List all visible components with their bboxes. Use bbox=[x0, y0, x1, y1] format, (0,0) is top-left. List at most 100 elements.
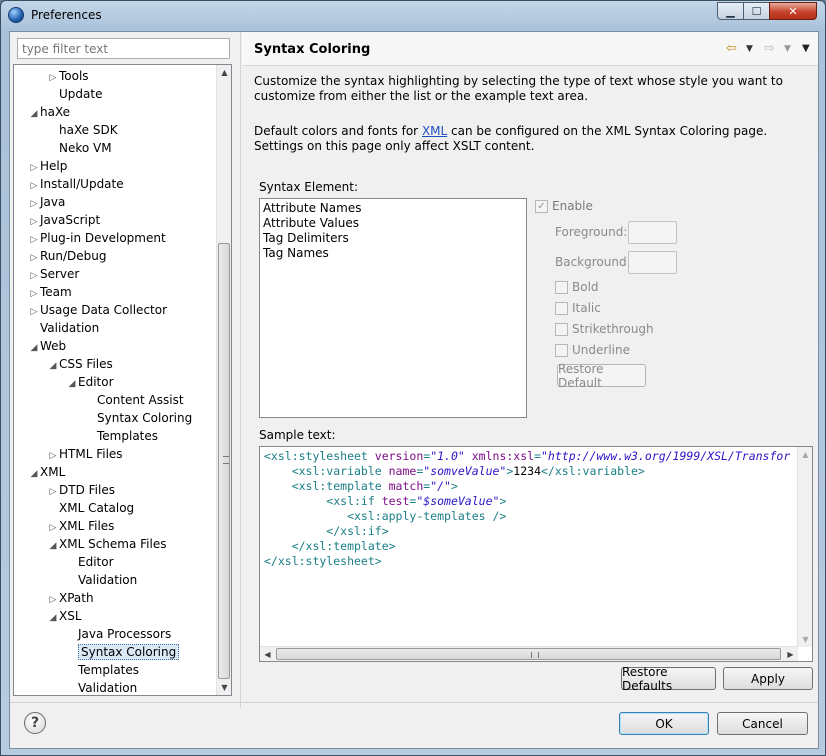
tree-item[interactable]: Syntax Coloring bbox=[85, 409, 192, 427]
tree-item[interactable]: ◢ XSL bbox=[47, 607, 82, 625]
tree-item[interactable]: ◢ CSS Files bbox=[47, 355, 113, 373]
horizontal-scroll-thumb[interactable] bbox=[276, 648, 781, 660]
tree-item[interactable]: ▷ XPath bbox=[47, 589, 94, 607]
collapsed-arrow-icon[interactable]: ▷ bbox=[47, 69, 59, 87]
scroll-down-icon[interactable]: ▼ bbox=[798, 632, 812, 647]
filter-input[interactable] bbox=[17, 38, 230, 59]
tree-item[interactable]: Neko VM bbox=[47, 139, 112, 157]
maximize-button[interactable]: ☐ bbox=[743, 2, 770, 20]
tree-item[interactable]: Validation bbox=[66, 571, 137, 589]
collapsed-arrow-icon[interactable]: ▷ bbox=[28, 177, 40, 195]
strikethrough-checkbox[interactable]: Strikethrough bbox=[555, 322, 654, 336]
minimize-button[interactable]: ▁ bbox=[717, 2, 744, 20]
tree-item[interactable]: Content Assist bbox=[85, 391, 184, 409]
tree-item[interactable]: ▷ Server bbox=[28, 265, 80, 285]
tree-scrollbar[interactable]: ▲ ▼ bbox=[216, 65, 231, 695]
tree-item[interactable]: ▷ XML Files bbox=[47, 517, 115, 537]
cancel-button[interactable]: Cancel bbox=[717, 712, 808, 735]
tree-item[interactable]: Syntax Coloring bbox=[66, 643, 180, 661]
preferences-tree[interactable]: Validation Templates Syntax Coloring Java P… bbox=[13, 64, 232, 696]
tree-item[interactable]: ▷ Tools bbox=[47, 67, 89, 85]
collapsed-arrow-icon[interactable]: ▷ bbox=[28, 249, 40, 267]
tree-item[interactable]: ◢ XML Schema Files bbox=[47, 535, 167, 555]
tree-item[interactable]: ▷ Java bbox=[28, 193, 66, 213]
sample-horizontal-scrollbar[interactable]: ◀ ▶ bbox=[260, 646, 798, 661]
tree-item[interactable]: ▷ Run/Debug bbox=[28, 247, 107, 265]
tree-item[interactable]: Validation bbox=[28, 319, 99, 337]
expanded-arrow-icon[interactable]: ◢ bbox=[66, 375, 78, 393]
sample-text-area[interactable]: <xsl:stylesheet version="1.0" xmlns:xsl=… bbox=[259, 446, 813, 662]
scroll-thumb[interactable] bbox=[218, 243, 230, 679]
foreground-color-button[interactable] bbox=[628, 221, 677, 244]
ok-button[interactable]: OK bbox=[619, 712, 709, 735]
tree-item[interactable]: Update bbox=[47, 85, 102, 103]
scroll-down-icon[interactable]: ▼ bbox=[217, 680, 231, 695]
tree-item[interactable]: ◢ Editor bbox=[66, 373, 114, 391]
expanded-arrow-icon[interactable]: ◢ bbox=[47, 357, 59, 375]
apply-button[interactable]: Apply bbox=[723, 667, 813, 690]
expanded-arrow-icon[interactable]: ◢ bbox=[47, 537, 59, 555]
tree-item[interactable]: ◢ Web bbox=[28, 337, 67, 357]
forward-arrow-icon[interactable]: ⇨ bbox=[764, 41, 775, 56]
syntax-element-list[interactable]: Attribute Names Attribute Values Tag Delim… bbox=[259, 198, 527, 418]
tree-item[interactable]: ▷ Install/Update bbox=[28, 175, 124, 193]
collapsed-arrow-icon[interactable]: ▷ bbox=[28, 213, 40, 231]
tree-item[interactable]: XML Catalog bbox=[47, 499, 134, 517]
tree-item[interactable]: Templates bbox=[85, 427, 158, 445]
scroll-up-icon[interactable]: ▲ bbox=[798, 447, 812, 462]
syntax-element-item[interactable]: Tag Names bbox=[263, 246, 523, 261]
restore-default-button[interactable]: Restore Default bbox=[557, 362, 646, 390]
tree-item[interactable]: Validation bbox=[66, 679, 137, 695]
tree-item[interactable]: ▷ Team bbox=[28, 283, 72, 301]
help-icon[interactable]: ? bbox=[24, 712, 46, 734]
expanded-arrow-icon[interactable]: ◢ bbox=[28, 465, 40, 483]
enable-checkbox[interactable]: ✓ Enable bbox=[535, 199, 593, 213]
back-arrow-icon[interactable]: ⇦ bbox=[726, 41, 737, 56]
tree-item[interactable]: ▷ JavaScript bbox=[28, 211, 101, 231]
tree-item[interactable]: ▷ Plug-in Development bbox=[28, 229, 166, 247]
underline-checkbox[interactable]: Underline bbox=[555, 343, 630, 357]
view-menu-icon[interactable]: ▼ bbox=[802, 43, 810, 54]
collapsed-arrow-icon[interactable]: ▷ bbox=[47, 447, 59, 465]
bold-checkbox[interactable]: Bold bbox=[555, 280, 599, 294]
tree-item[interactable]: ▷ HTML Files bbox=[47, 445, 123, 463]
italic-checkbox[interactable]: Italic bbox=[555, 301, 601, 315]
tree-item[interactable]: ▷ DTD Files bbox=[47, 481, 115, 499]
collapsed-arrow-icon[interactable]: ▷ bbox=[28, 285, 40, 303]
collapsed-arrow-icon[interactable]: ▷ bbox=[28, 195, 40, 213]
tree-item[interactable]: ▷ Usage Data Collector bbox=[28, 301, 168, 321]
forward-dropdown-icon[interactable]: ▼ bbox=[784, 44, 791, 54]
collapsed-arrow-icon[interactable]: ▷ bbox=[47, 483, 59, 501]
tree-item[interactable]: Java Processors bbox=[66, 625, 171, 643]
collapsed-arrow-icon[interactable]: ▷ bbox=[47, 519, 59, 537]
tree-item[interactable]: haXe SDK bbox=[47, 121, 118, 139]
collapsed-arrow-icon[interactable]: ▷ bbox=[28, 267, 40, 285]
back-dropdown-icon[interactable]: ▼ bbox=[746, 44, 753, 54]
sample-vertical-scrollbar[interactable]: ▲ ▼ bbox=[797, 447, 812, 647]
expanded-arrow-icon[interactable]: ◢ bbox=[47, 609, 59, 627]
syntax-element-item[interactable]: Tag Delimiters bbox=[263, 231, 523, 246]
collapsed-arrow-icon[interactable]: ▷ bbox=[47, 591, 59, 609]
sample-code[interactable]: <xsl:stylesheet version="1.0" xmlns:xsl=… bbox=[264, 449, 790, 569]
tree-item[interactable]: ▷ Help bbox=[28, 157, 68, 177]
scroll-up-icon[interactable]: ▲ bbox=[217, 65, 231, 80]
panel-sash[interactable] bbox=[240, 32, 241, 708]
scroll-right-icon[interactable]: ▶ bbox=[783, 647, 798, 661]
background-color-button[interactable] bbox=[628, 251, 677, 274]
syntax-element-item[interactable]: Attribute Values bbox=[263, 216, 523, 231]
expanded-arrow-icon[interactable]: ◢ bbox=[28, 339, 40, 357]
tree-item[interactable]: Editor bbox=[66, 553, 114, 571]
tree-item[interactable]: ◢ XML bbox=[28, 463, 66, 483]
collapsed-arrow-icon[interactable]: ▷ bbox=[28, 231, 40, 249]
restore-defaults-button[interactable]: Restore Defaults bbox=[621, 665, 716, 693]
scroll-left-icon[interactable]: ◀ bbox=[260, 647, 275, 661]
collapsed-arrow-icon[interactable]: ▷ bbox=[28, 159, 40, 177]
collapsed-arrow-icon[interactable]: ▷ bbox=[28, 303, 40, 321]
expanded-arrow-icon[interactable]: ◢ bbox=[28, 105, 40, 123]
syntax-element-item[interactable]: Attribute Names bbox=[263, 201, 523, 216]
title-bar[interactable]: Preferences ▁ ☐ ✕ bbox=[1, 1, 825, 31]
tree-item[interactable]: ◢ haXe bbox=[28, 103, 71, 123]
close-button[interactable]: ✕ bbox=[769, 2, 817, 20]
tree-item[interactable]: Templates bbox=[66, 661, 139, 679]
xml-link[interactable]: XML bbox=[422, 124, 447, 138]
